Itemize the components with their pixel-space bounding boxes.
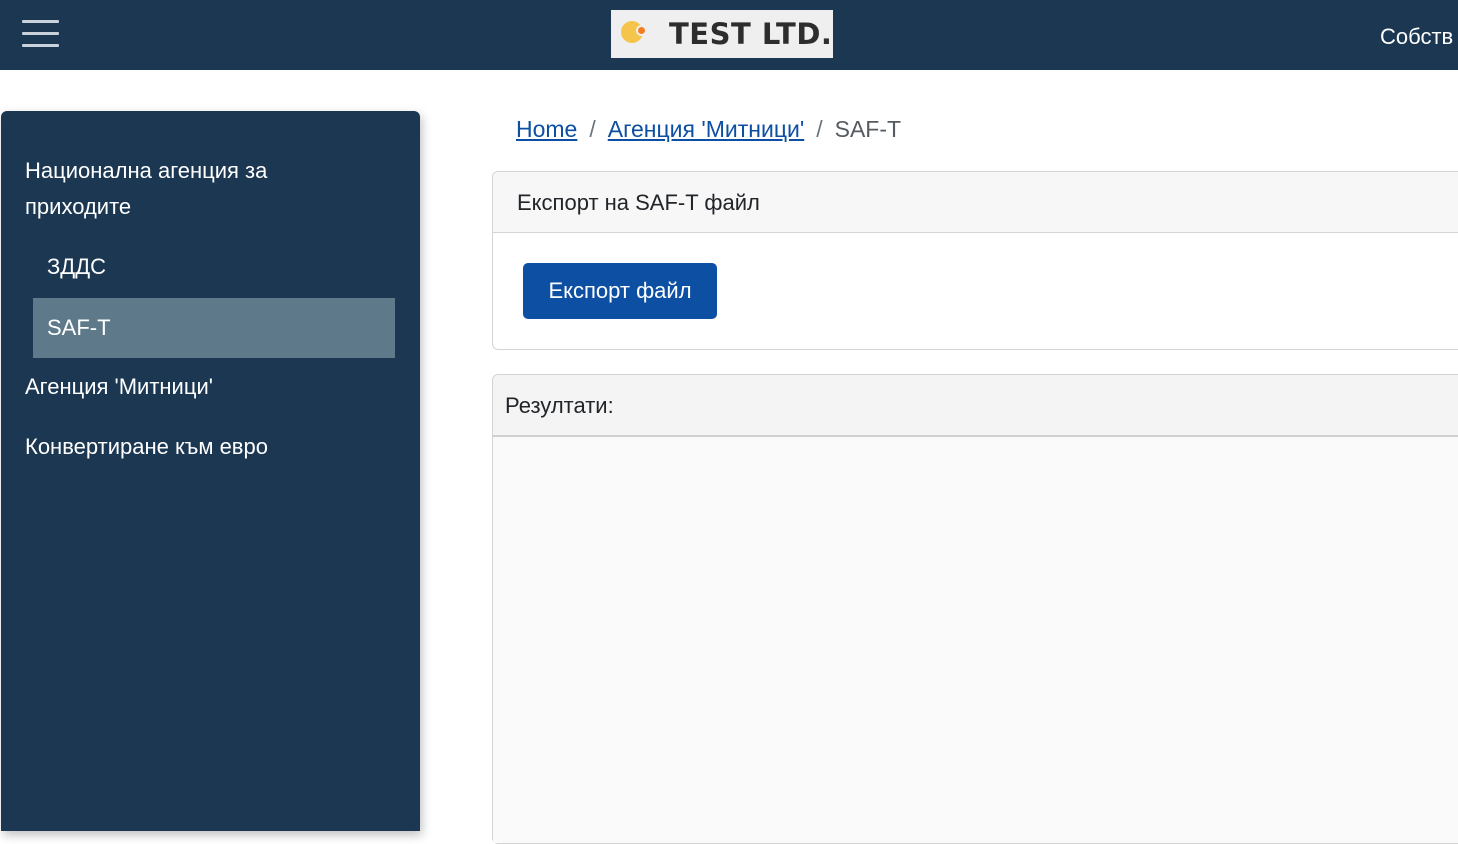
breadcrumb-current: SAF-T [834,116,902,142]
breadcrumb: Home / Агенция 'Митници' / SAF-T [516,114,901,144]
results-area [493,437,1458,843]
sidebar-item-customs[interactable]: Агенция 'Митници' [25,369,213,405]
breadcrumb-separator: / [589,116,596,142]
sidebar-item-euro-conversion[interactable]: Конвертиране към евро [25,429,268,465]
brand-text: TEST LTD. [669,17,833,51]
company-logo[interactable]: TEST LTD. [611,10,833,58]
sidebar-item-nap[interactable]: Национална агенция за приходите [25,153,345,225]
sidebar-item-label: SAF-T [47,315,111,340]
results-card: Резултати: [492,374,1458,844]
export-card-title: Експорт на SAF-T файл [493,172,1458,233]
sidebar-item-saf-t[interactable]: SAF-T [33,298,395,358]
logo-mark-icon [611,10,657,58]
export-file-button[interactable]: Експорт файл [523,263,717,319]
user-menu-link[interactable]: Собств [1380,24,1453,50]
breadcrumb-section-link[interactable]: Агенция 'Митници' [608,116,804,142]
menu-icon[interactable] [22,20,59,48]
breadcrumb-separator: / [816,116,823,142]
results-card-title: Резултати: [493,375,1458,437]
sidebar-item-zdds[interactable]: ЗДДС [47,249,106,285]
export-card: Експорт на SAF-T файл Експорт файл [492,171,1458,350]
sidebar: Национална агенция за приходите ЗДДС SAF… [1,111,420,831]
breadcrumb-home-link[interactable]: Home [516,116,577,142]
top-navbar: TEST LTD. Собств [0,0,1458,70]
